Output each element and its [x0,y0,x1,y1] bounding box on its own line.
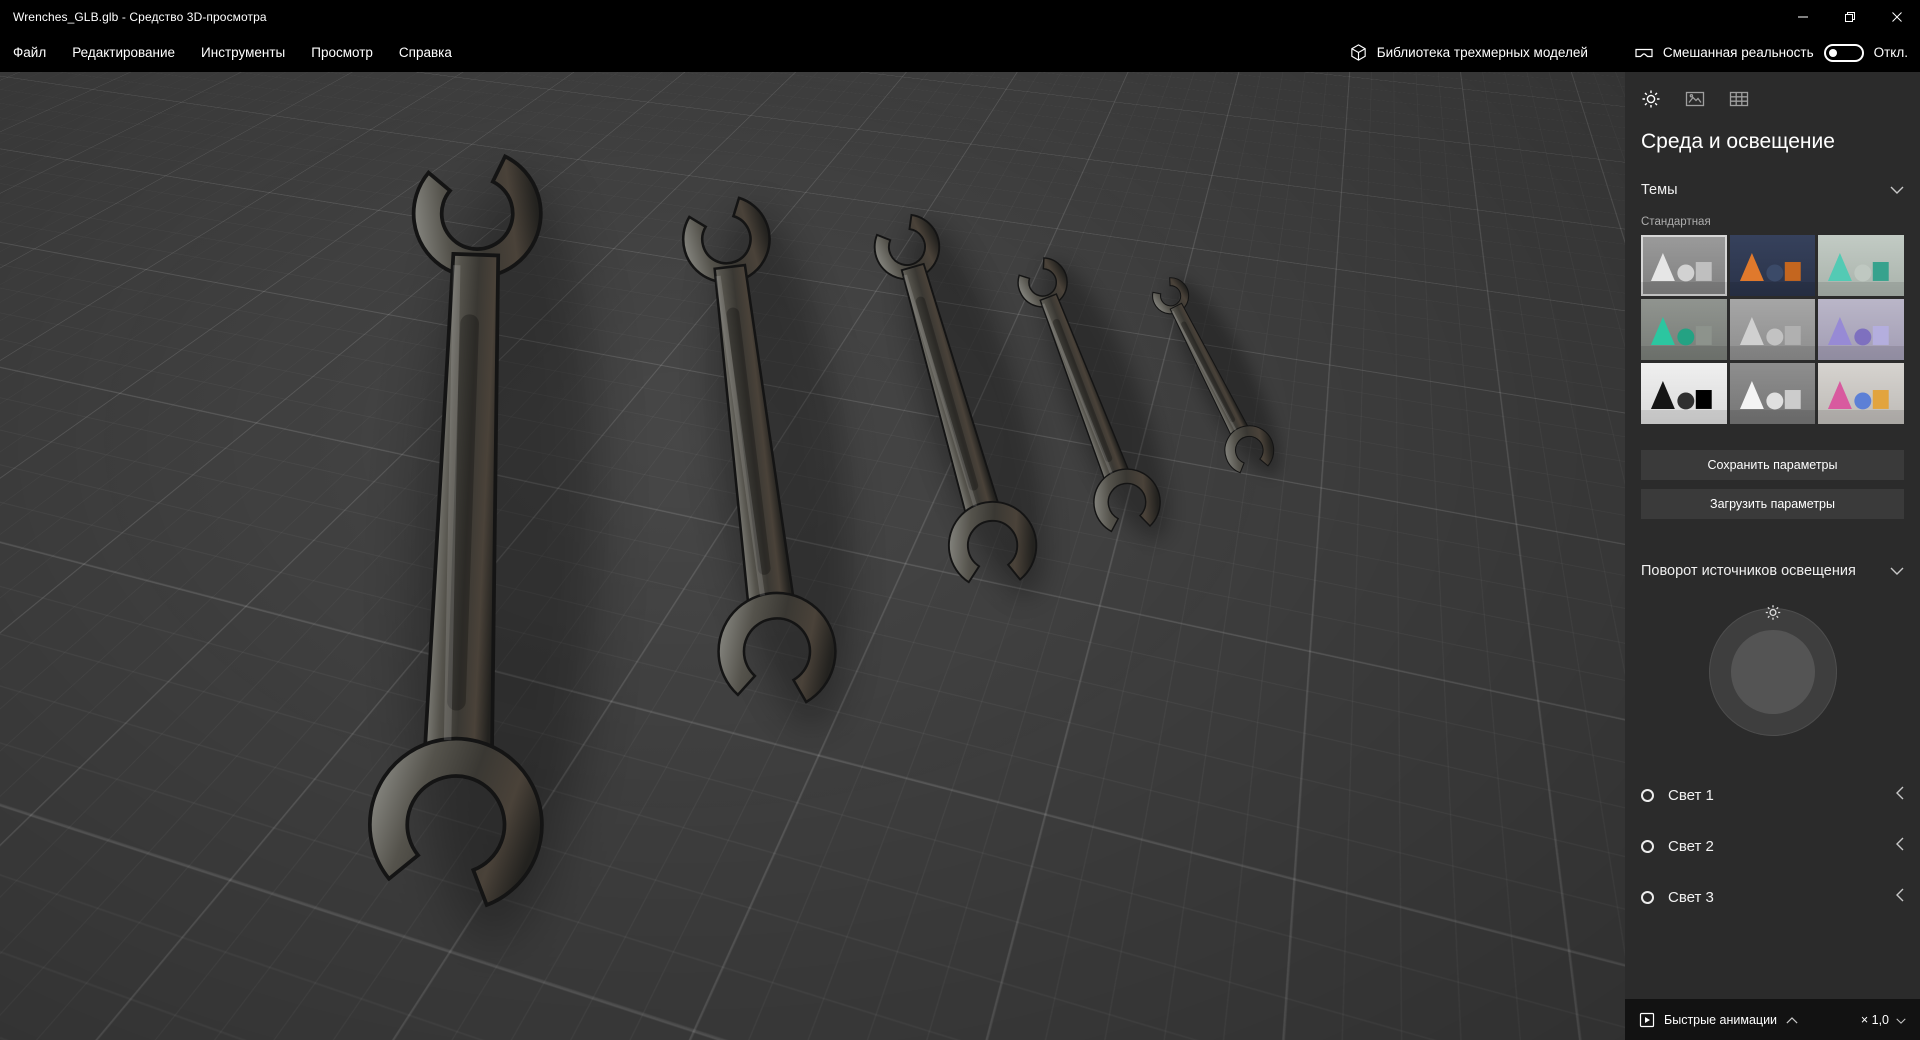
mixed-reality-state: Откл. [1873,45,1908,60]
save-settings-button[interactable]: Сохранить параметры [1641,450,1904,481]
model-library-button[interactable]: Библиотека трехмерных моделей [1349,43,1588,62]
light-2-label: Свет 2 [1668,837,1714,855]
chevron-down-icon[interactable] [1896,1013,1906,1027]
light-1-indicator[interactable] [1641,788,1654,802]
chevron-down-icon[interactable] [1890,182,1904,198]
restore-button[interactable] [1826,0,1873,33]
theme-preview [1650,317,1712,346]
model-library-label: Библиотека трехмерных моделей [1376,45,1588,60]
theme-tile-2[interactable] [1729,235,1816,297]
panel-tabs [1641,86,1904,112]
light-3-indicator[interactable] [1641,890,1654,904]
tab-grid[interactable] [1729,89,1749,109]
theme-tile-7[interactable] [1641,363,1727,425]
mixed-reality-toggle[interactable] [1823,43,1864,62]
tab-lighting[interactable] [1641,89,1661,109]
menubar-right: Библиотека трехмерных моделей Смешанная … [1349,43,1920,62]
light-rotation-dial[interactable] [1708,604,1837,736]
theme-tile-5[interactable] [1729,299,1816,361]
restore-icon [1844,11,1855,22]
menu-bar: Файл Редактирование Инструменты Просмотр… [0,33,1920,72]
wrench-3 [849,197,1074,616]
themes-group-label: Стандартная [1641,216,1711,229]
grid-icon [1729,91,1749,107]
theme-preview [1739,317,1801,346]
quick-animations-button[interactable]: Быстрые анимации [1639,1012,1798,1028]
themes-label: Темы [1641,182,1678,198]
load-settings-button[interactable]: Загрузить параметры [1641,489,1904,520]
light-rotation-label: Поворот источников освещения [1641,563,1856,580]
chevron-left-icon[interactable] [1896,786,1904,805]
theme-preview [1650,253,1712,282]
menu-file[interactable]: Файл [0,33,59,72]
theme-tile-3[interactable] [1818,235,1904,297]
sun-icon[interactable] [1764,604,1781,626]
light-rotation-header[interactable]: Поворот источников освещения [1641,561,1904,581]
window-title: Wrenches_GLB.glb - Средство 3D-просмотра [13,9,267,24]
bottom-bar: Быстрые анимации × 1,0 [1625,999,1920,1040]
theme-tile-1[interactable] [1641,235,1727,297]
theme-grid [1641,235,1904,425]
close-icon [1891,11,1902,22]
main-menu: Файл Редактирование Инструменты Просмотр… [0,33,465,72]
cube-icon [1351,44,1366,61]
wrenches-model [0,72,1625,1040]
wrench-1 [352,146,614,945]
tab-environment[interactable] [1685,89,1705,109]
environment-panel: Среда и освещение Темы Стандартная Сохра… [1625,72,1920,999]
viewport-3d[interactable] [0,72,1625,1040]
panel-title: Среда и освещение [1641,130,1835,153]
chevron-down-icon[interactable] [1890,563,1904,579]
menu-view[interactable]: Просмотр [298,33,386,72]
menu-edit[interactable]: Редактирование [59,33,188,72]
wrench-5 [1137,262,1298,492]
minimize-button[interactable] [1779,0,1826,33]
theme-tile-9[interactable] [1818,363,1904,425]
light-3-label: Свет 3 [1668,888,1714,906]
theme-tile-8[interactable] [1729,363,1816,425]
toggle-knob [1828,48,1837,57]
chevron-left-icon[interactable] [1896,888,1904,907]
theme-preview [1650,381,1712,410]
theme-tile-4[interactable] [1641,299,1727,361]
minimize-icon [1797,16,1808,17]
theme-preview [1828,253,1890,282]
menu-help[interactable]: Справка [386,33,465,72]
title-bar: Wrenches_GLB.glb - Средство 3D-просмотра [0,0,1920,33]
mixed-reality-icon [1635,48,1653,57]
lights-list: Свет 1 Свет 2 Свет 3 [1641,770,1904,923]
themes-section-header[interactable]: Темы [1641,180,1904,200]
sun-icon [1642,90,1660,108]
wrench-2 [654,185,877,738]
theme-preview [1828,317,1890,346]
light-row-1[interactable]: Свет 1 [1641,770,1904,821]
theme-preview [1739,381,1801,410]
theme-preview [1739,253,1801,282]
quick-animations-label: Быстрые анимации [1664,1012,1778,1027]
light-row-3[interactable]: Свет 3 [1641,872,1904,923]
light-1-label: Свет 1 [1668,786,1714,804]
chevron-up-icon[interactable] [1786,1013,1798,1027]
close-button[interactable] [1873,0,1920,33]
light-2-indicator[interactable] [1641,839,1654,853]
playback-speed[interactable]: × 1,0 [1861,1013,1906,1027]
mixed-reality-label: Смешанная реальность [1662,45,1814,60]
theme-preview [1828,381,1890,410]
mixed-reality-group: Смешанная реальность Откл. [1634,43,1908,62]
chevron-left-icon[interactable] [1896,837,1904,856]
quick-animations-icon [1639,1012,1655,1027]
menu-tools[interactable]: Инструменты [188,33,298,72]
window-controls [1779,0,1920,33]
light-row-2[interactable]: Свет 2 [1641,821,1904,872]
dial-knob[interactable] [1730,629,1815,714]
playback-speed-value: × 1,0 [1860,1012,1889,1027]
picture-icon [1685,91,1705,107]
theme-tile-6[interactable] [1818,299,1904,361]
